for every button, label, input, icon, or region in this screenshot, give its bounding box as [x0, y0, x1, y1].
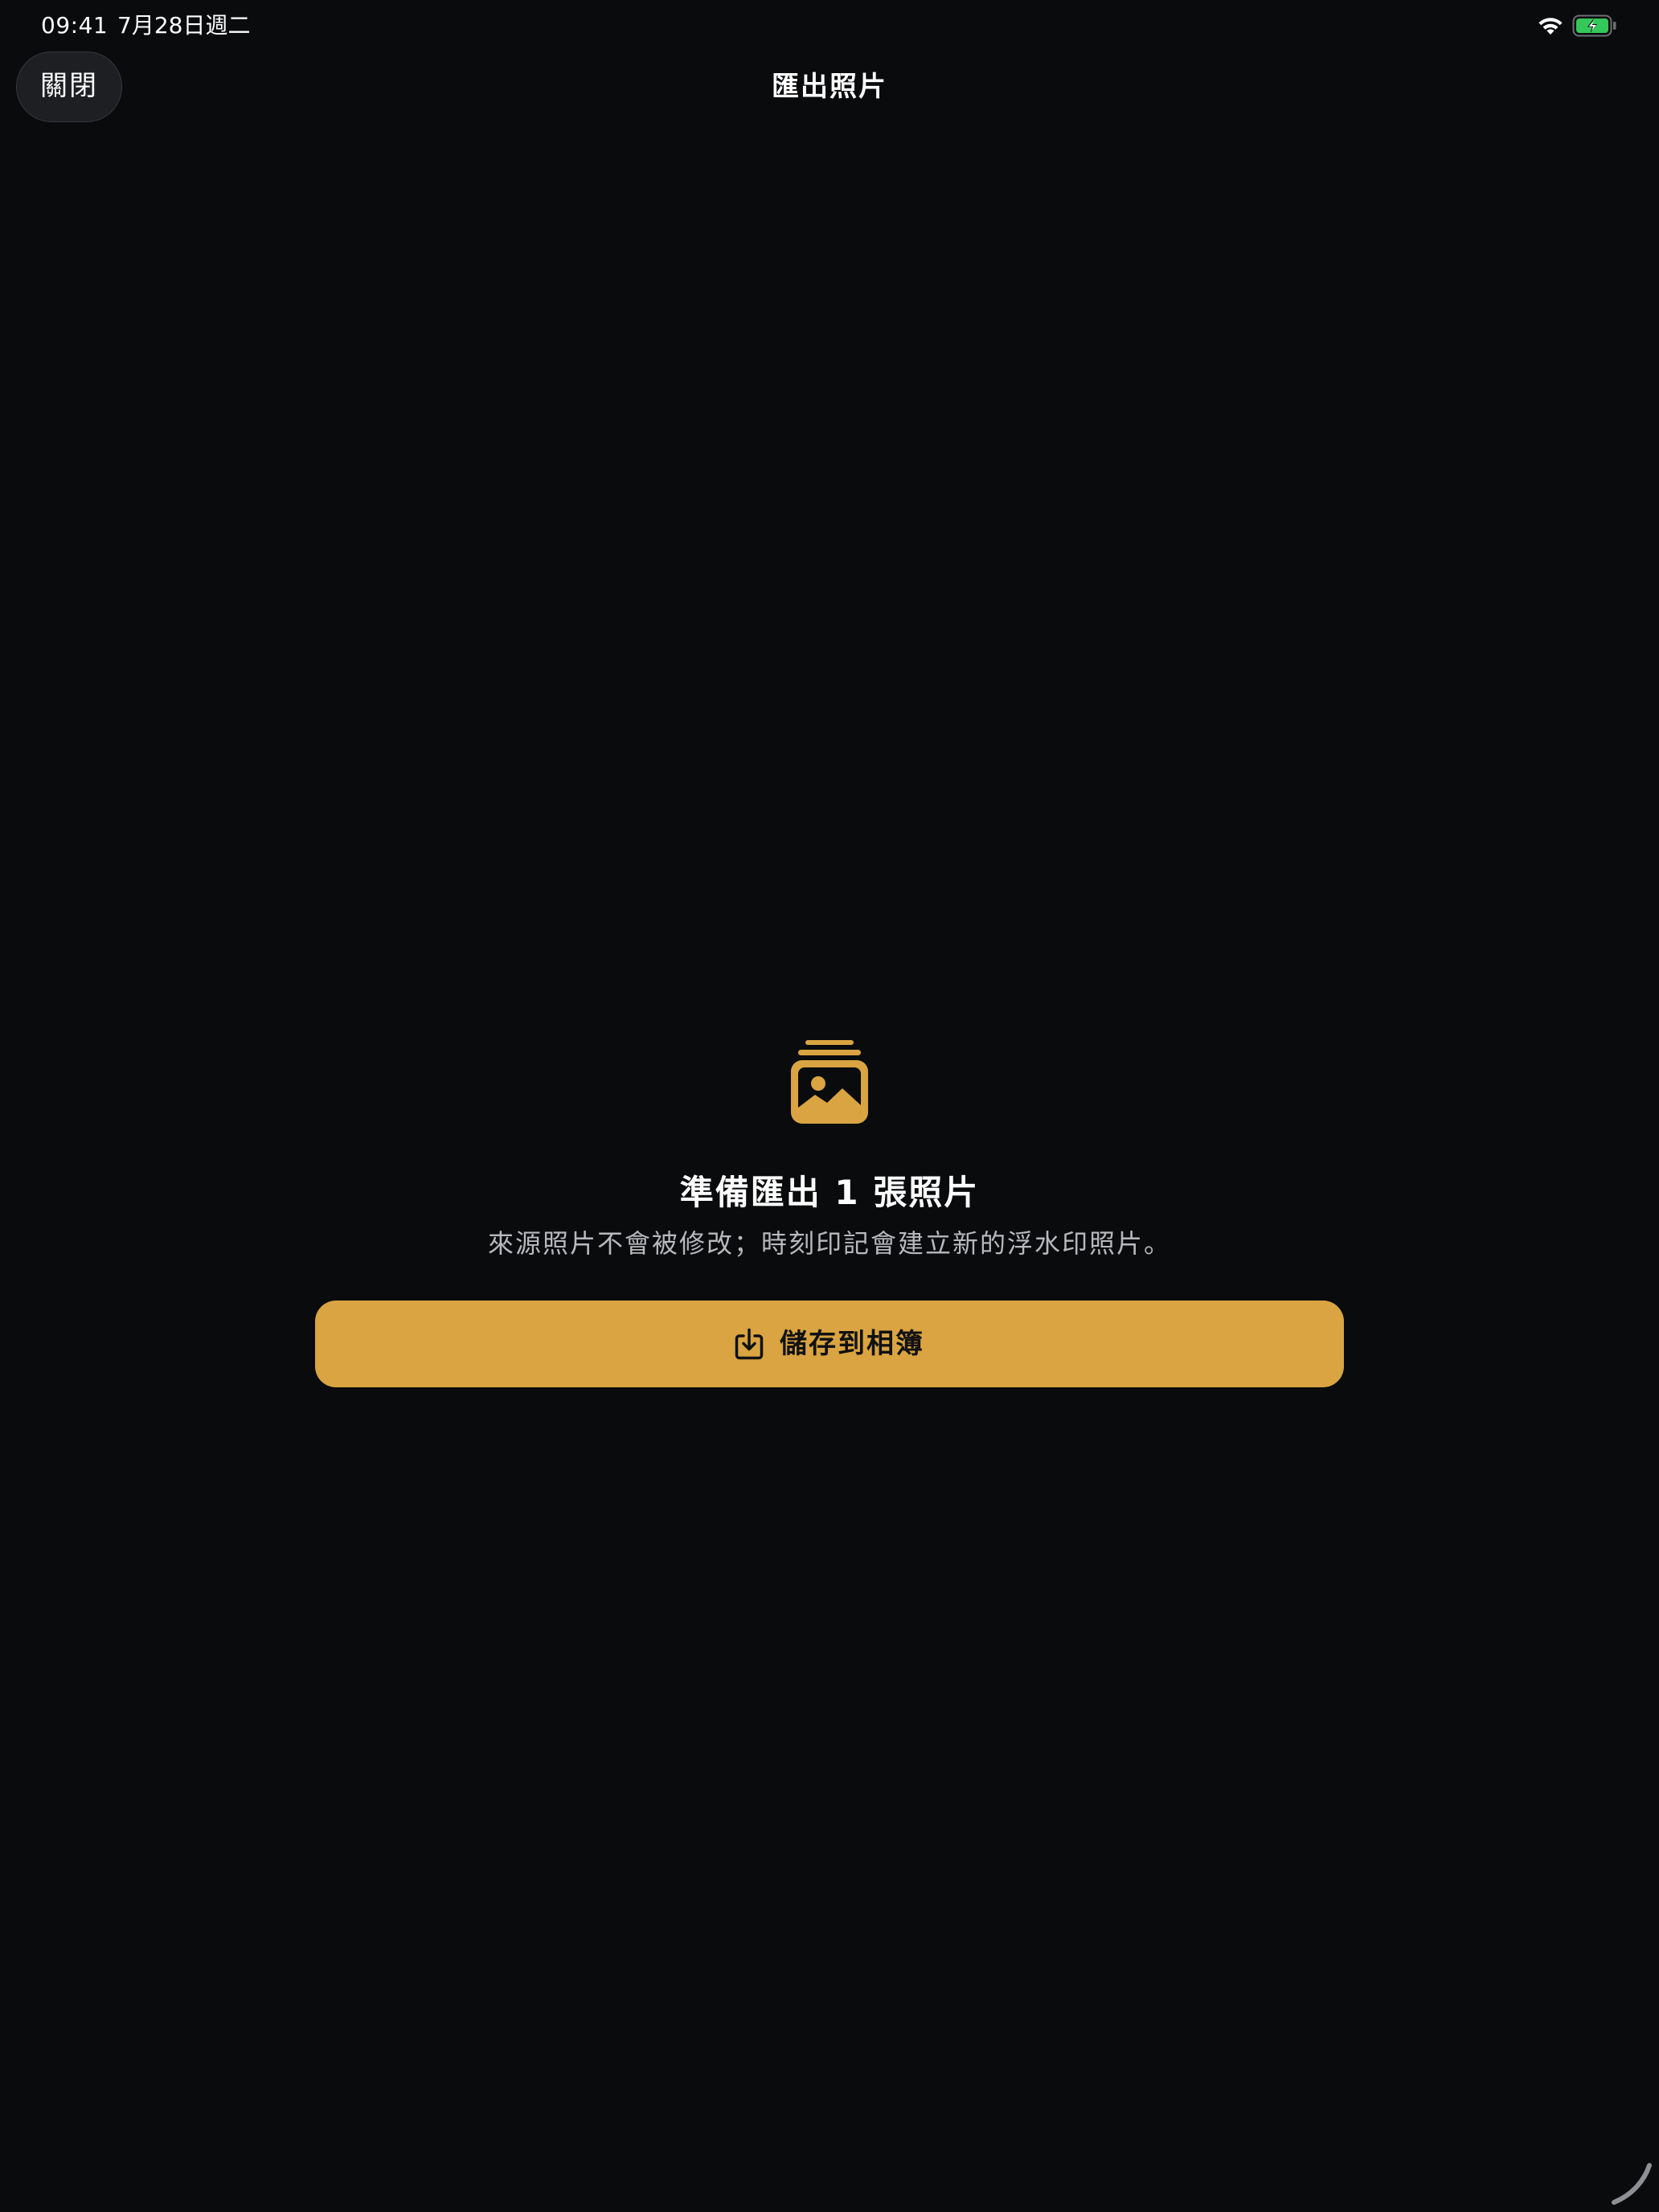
battery-charging-icon: [1572, 14, 1617, 37]
save-to-album-button[interactable]: 儲存到相簿: [315, 1301, 1344, 1387]
status-indicators: [1537, 13, 1617, 39]
wifi-icon: [1537, 15, 1564, 36]
status-time: 09:41: [41, 12, 109, 39]
photo-stack-icon: [789, 1038, 870, 1125]
export-description: 來源照片不會被修改；時刻印記會建立新的浮水印照片。: [487, 1228, 1171, 1259]
export-photos-screen: 09:41 7月28日週二 關閉 匯出照片 準備匯出 1 張照片 來源照片不會被…: [0, 0, 1659, 2212]
save-button-label: 儲存到相簿: [780, 1328, 924, 1360]
status-date: 7月28日週二: [117, 12, 251, 39]
export-heading: 準備匯出 1 張照片: [679, 1173, 980, 1212]
resize-handle-icon[interactable]: [1609, 2162, 1653, 2206]
page-title: 匯出照片: [772, 71, 887, 103]
status-bar: 09:41 7月28日週二: [0, 0, 1659, 51]
save-download-icon: [735, 1328, 764, 1360]
